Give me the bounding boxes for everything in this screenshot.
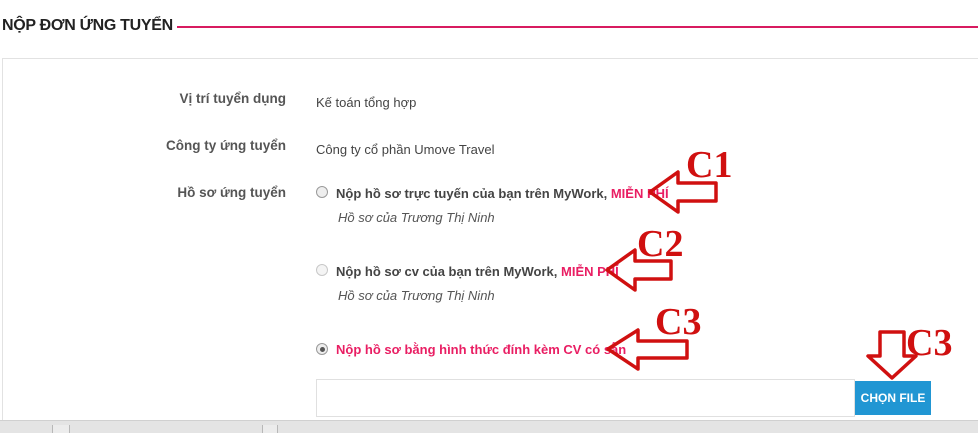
scrollbar-segment[interactable]: [262, 425, 278, 433]
annotation-overlay: [605, 170, 918, 380]
scrollbar-segment[interactable]: [52, 425, 70, 433]
bottom-scrollbar[interactable]: [0, 420, 978, 433]
annotation-c3-button: C3: [906, 322, 953, 364]
annotation-c2: C2: [637, 223, 684, 265]
annotation-c3: C3: [655, 301, 702, 343]
annotation-c1: C1: [686, 144, 733, 186]
